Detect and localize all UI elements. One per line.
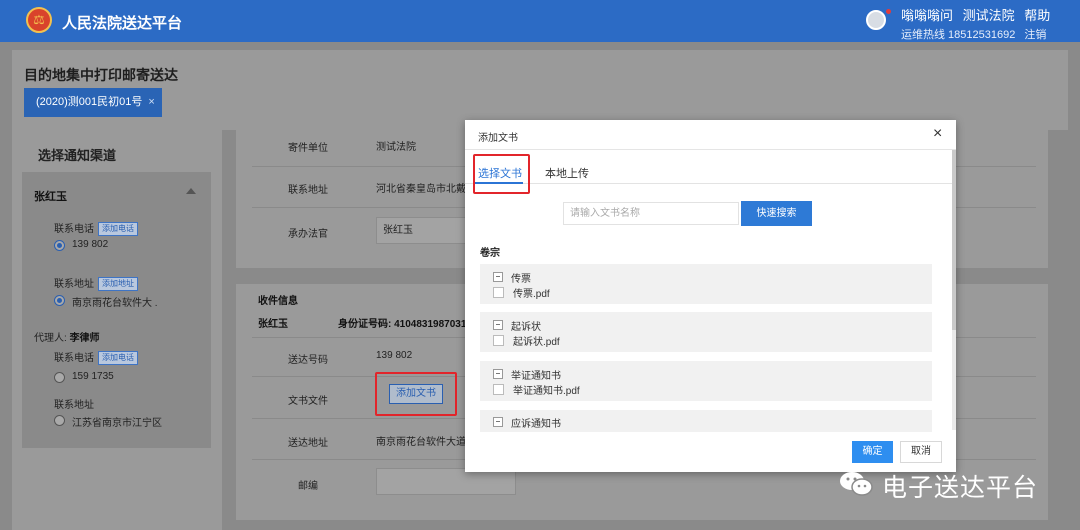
receiver-name: 张红玉 [258,319,288,330]
file-name: 举证通知书.pdf [513,386,580,397]
sender-address-label: 联系地址 [288,185,328,196]
phone-value: 139 802 [72,239,109,250]
agent-phone-value: 159 1735 [72,371,114,382]
address-label: 联系地址 [54,279,94,290]
user-avatar-icon[interactable] [866,10,886,30]
dialog-tabs: 选择文书 本地上传 [465,158,956,184]
file-name: 传票.pdf [513,289,550,300]
sender-unit-label: 寄件单位 [288,143,328,154]
address-value: 南京雨花台软件大 . [72,298,158,309]
agent-address-label: 联系地址 [54,400,94,411]
court-name: 测试法院 [962,8,1015,23]
agent-label: 代理人: [34,333,67,344]
file-name: 起诉状.pdf [513,337,560,348]
phone-label: 联系电话 [54,224,94,235]
scrollbar[interactable] [952,150,956,430]
doc-group: 举证通知书 举证通知书.pdf [480,361,932,401]
agent-name: 李律师 [69,333,100,344]
judge-input[interactable]: 张红玉 [376,217,468,244]
case-tab[interactable]: (2020)测001民初01号 × [24,88,162,117]
highlight-box [473,154,530,194]
watermark-text: 电子送达平台 [882,474,1039,502]
channel-panel: 选择通知渠道 张红玉 联系电话 添加电话 139 802 联系地址 添加地址 南京雨… [12,130,222,530]
page-header: 目的地集中打印邮寄送达 (2020)测001民初01号 × [12,50,1068,130]
address-row: 联系地址 添加地址 [54,275,138,292]
user-name[interactable]: 嗡嗡嗡问 [901,8,953,23]
hotline-row: 运维热线 18512531692 注销 [901,26,1052,42]
group-name: 传票 [511,274,531,285]
party-name: 张红玉 [34,191,67,203]
section-label: 卷宗 [480,248,500,259]
document-search-input[interactable]: 请输入文书名称 [563,202,739,225]
receiver-id: 身份证号码: 4104831987031 [338,319,467,330]
group-name: 起诉状 [511,322,541,333]
help-link[interactable]: 帮助 [1024,8,1050,23]
dialog-header: 添加文书 × [465,120,956,150]
tab-local-upload[interactable]: 本地上传 [545,165,589,181]
user-menu: 嗡嗡嗡问 测试法院 帮助 [901,5,1056,24]
cancel-button[interactable]: 取消 [900,441,942,463]
channel-title: 选择通知渠道 [38,148,117,163]
collapse-icon[interactable] [493,417,503,427]
zip-label: 邮编 [298,481,318,492]
doc-group: 应诉通知书 [480,410,932,432]
agent-address-radio[interactable] [54,415,65,426]
quick-search-button[interactable]: 快速搜索 [741,201,812,226]
doc-group: 传票 传票.pdf [480,264,932,304]
add-address-button[interactable]: 添加地址 [98,277,138,292]
number-value: 139 802 [376,350,413,361]
contact-card: 张红玉 联系电话 添加电话 139 802 联系地址 添加地址 南京雨花台软件大 .… [22,172,211,448]
agent-add-phone-button[interactable]: 添加电话 [98,351,138,366]
sender-unit-value: 测试法院 [376,142,416,153]
address-radio[interactable] [54,295,65,306]
hotline-text: 运维热线 18512531692 [901,29,1016,41]
add-phone-button[interactable]: 添加电话 [98,222,138,237]
phone-row: 联系电话 添加电话 [54,220,138,237]
scroll-thumb[interactable] [952,150,956,330]
agent-phone-label: 联系电话 [54,353,94,364]
add-document-dialog: 添加文书 × 选择文书 本地上传 请输入文书名称 快速搜索 卷宗 传票 传票.p… [465,120,956,472]
doc-group: 起诉状 起诉状.pdf [480,312,932,352]
agent-line: 代理人: 李律师 [34,329,100,344]
doc-label: 文书文件 [288,396,328,407]
top-bar: ⚖ 人民法院送达平台 嗡嗡嗡问 测试法院 帮助 运维热线 18512531692… [0,0,1080,42]
confirm-button[interactable]: 确定 [852,441,893,463]
collapse-icon[interactable] [493,320,503,330]
court-emblem-icon: ⚖ [26,7,52,33]
delivery-address-label: 送达地址 [288,438,328,449]
file-checkbox[interactable] [493,335,504,346]
app-title: 人民法院送达平台 [62,15,183,32]
group-name: 应诉通知书 [511,419,561,430]
agent-phone-row: 联系电话 添加电话 [54,349,138,366]
collapse-caret-icon[interactable] [186,188,196,194]
phone-radio[interactable] [54,240,65,251]
dialog-title: 添加文书 [478,133,518,144]
zip-input[interactable] [376,468,516,495]
case-tab-label: (2020)测001民初01号 [36,96,143,108]
file-checkbox[interactable] [493,287,504,298]
sender-address-value: 河北省秦皇岛市北戴 [376,184,466,195]
close-icon[interactable]: × [148,96,154,108]
agent-address-value: 江苏省南京市江宁区 [72,418,162,429]
delivery-address-value: 南京雨花台软件大道 [376,437,466,448]
agent-phone-radio[interactable] [54,372,65,383]
collapse-icon[interactable] [493,369,503,379]
receiver-title: 收件信息 [258,296,298,307]
close-icon[interactable]: × [933,125,942,143]
wechat-icon [840,472,873,496]
number-label: 送达号码 [288,355,328,366]
highlight-box [375,372,457,416]
group-name: 举证通知书 [511,371,561,382]
notification-dot-icon [886,9,891,14]
page-title: 目的地集中打印邮寄送达 [24,67,178,83]
logout-link[interactable]: 注销 [1024,29,1046,41]
collapse-icon[interactable] [493,272,503,282]
judge-label: 承办法官 [288,229,328,240]
file-checkbox[interactable] [493,384,504,395]
